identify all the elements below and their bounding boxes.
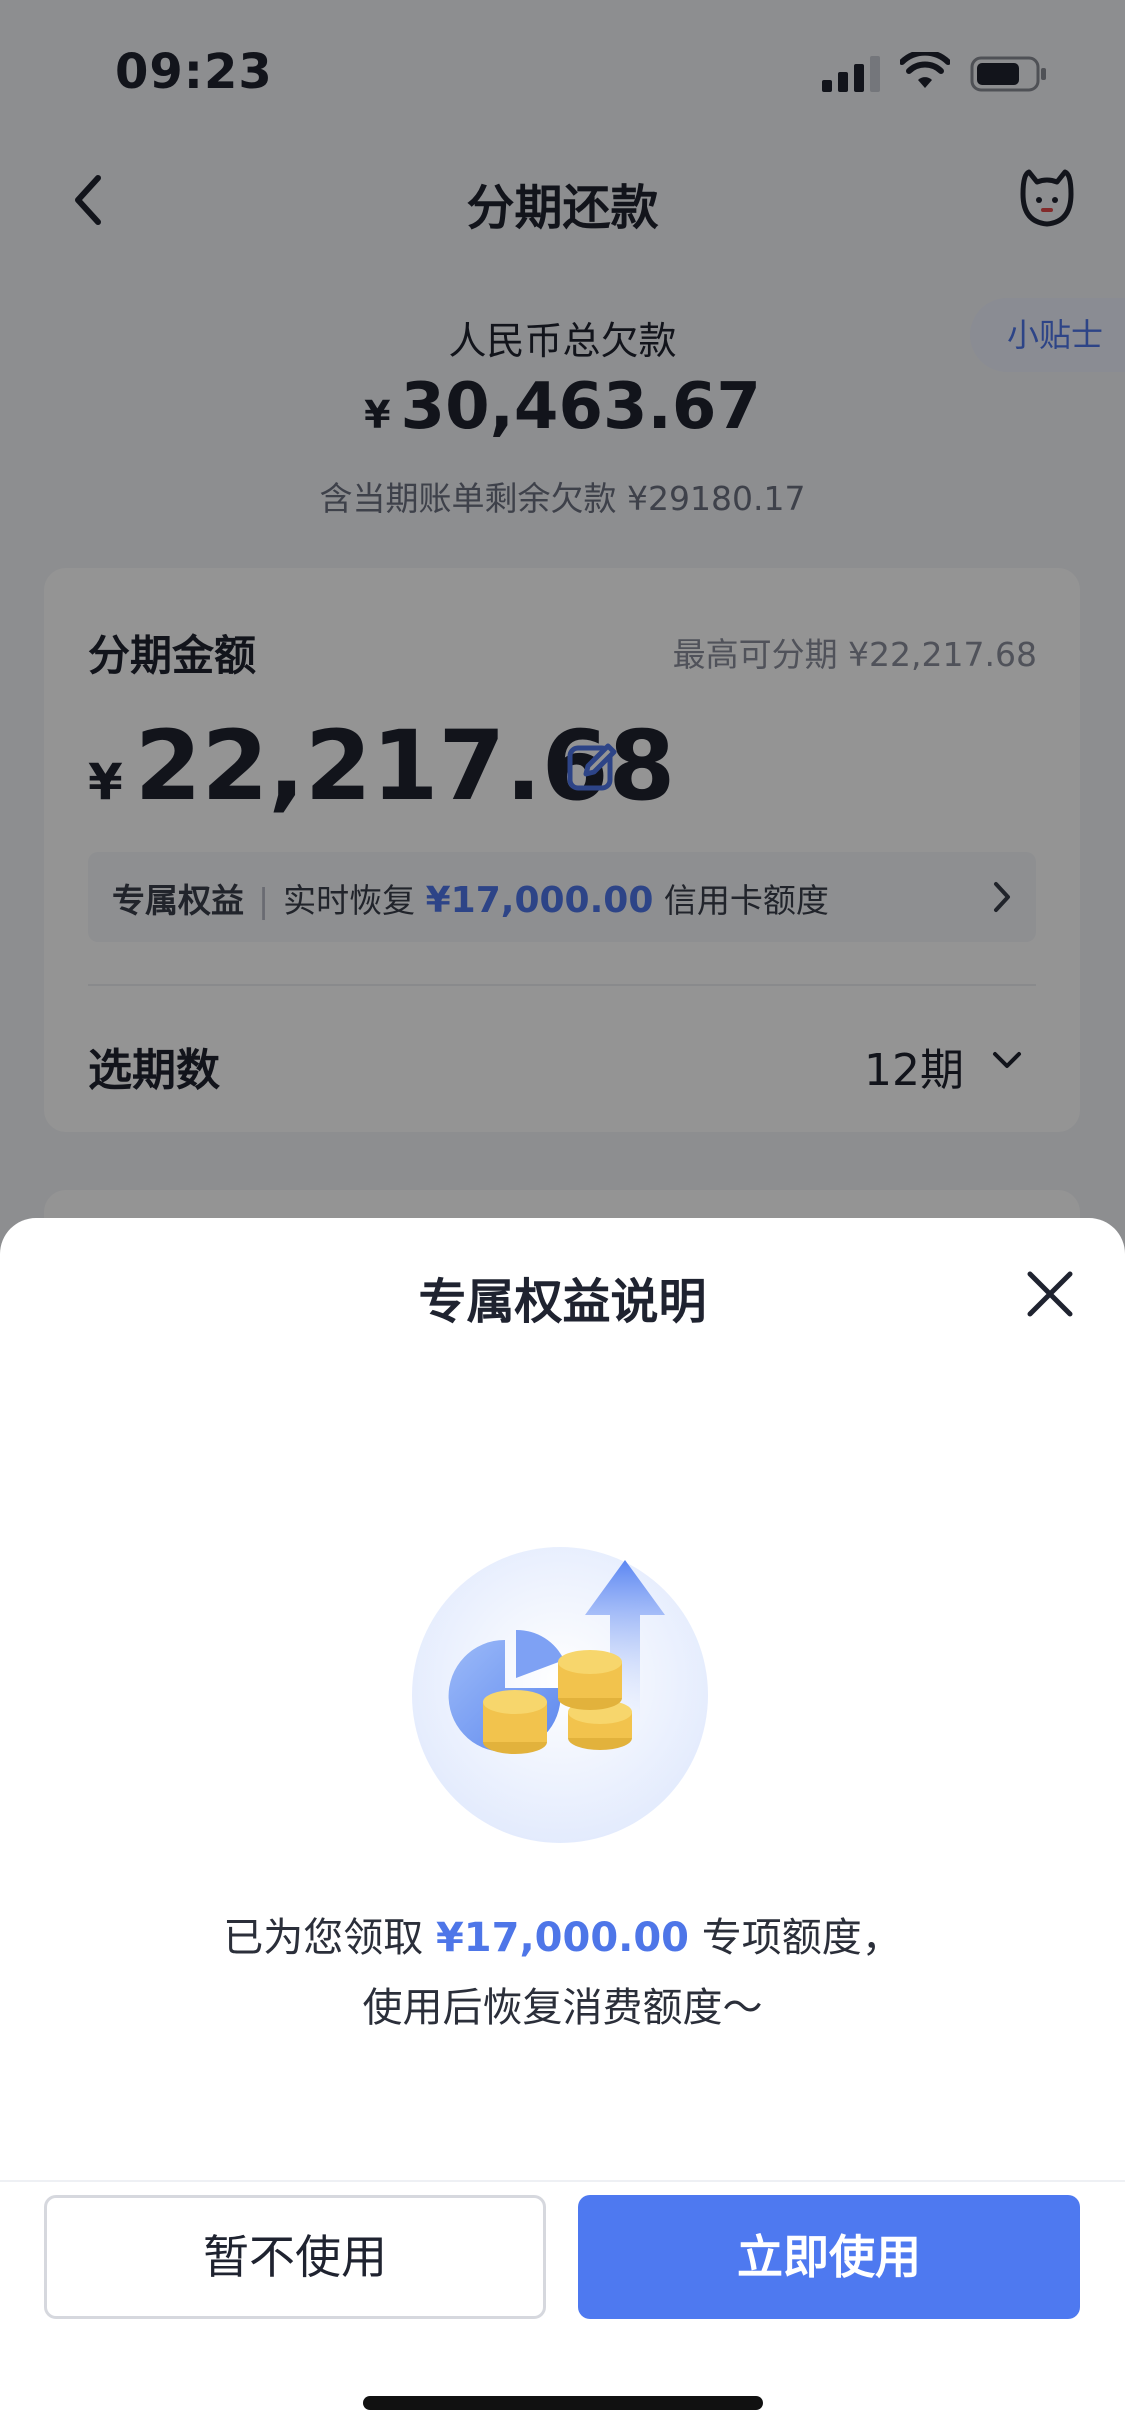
desc-amount: ¥17,000.00 [435,1915,690,1961]
sheet-description-line2: 使用后恢复消费额度～ [362,1985,763,2031]
footer-divider [0,2180,1125,2182]
decline-button[interactable]: 暂不使用 [44,2195,546,2319]
sheet-title: 专属权益说明 [418,1274,707,1330]
home-indicator[interactable] [363,2396,763,2410]
quota-illustration [412,1547,708,1843]
desc-suffix: 专项额度， [701,1915,902,1961]
use-now-button[interactable]: 立即使用 [578,2195,1080,2319]
desc-prefix: 已为您领取 [223,1915,424,1961]
sheet-description-line1: 已为您领取 ¥17,000.00 专项额度， [0,1905,1125,1963]
close-icon[interactable] [1022,1266,1078,1322]
